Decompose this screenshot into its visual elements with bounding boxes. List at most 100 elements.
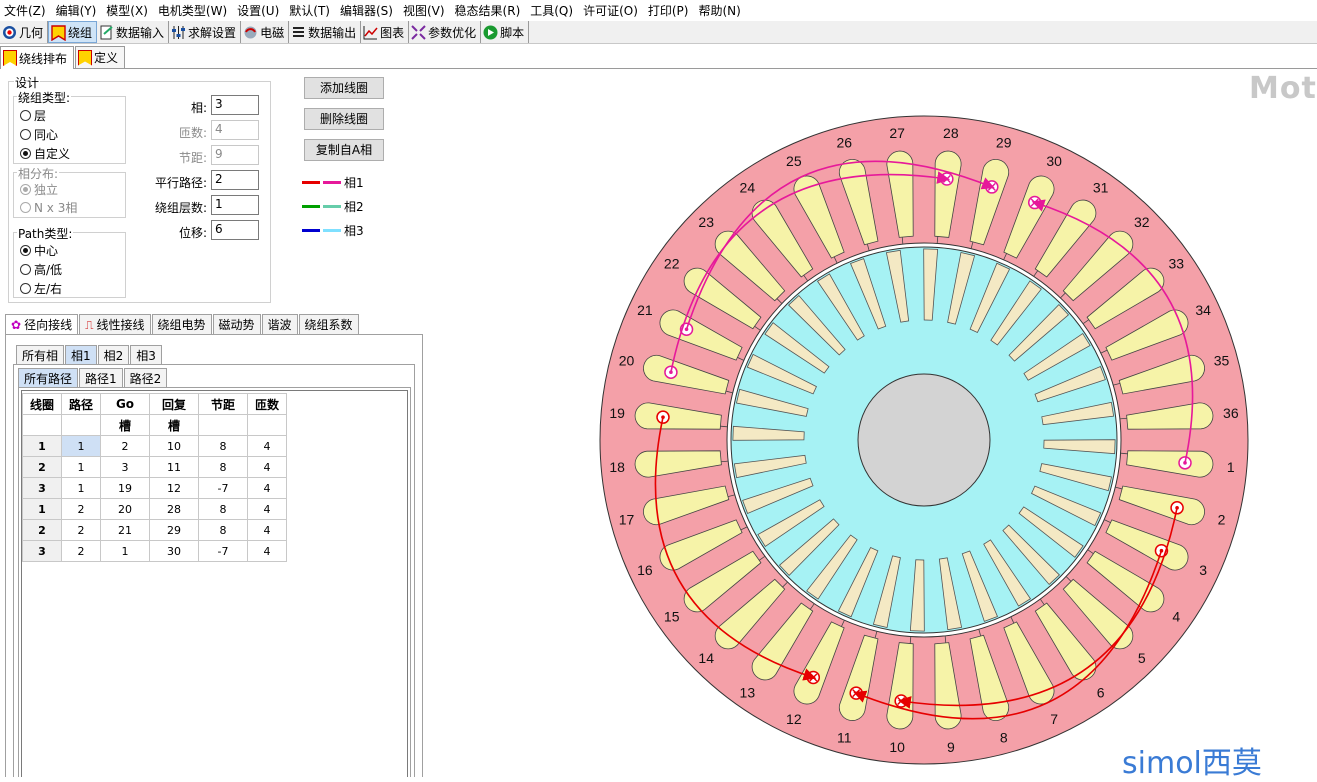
menu-item-11[interactable]: 打印(P) [644, 2, 695, 19]
table-cell[interactable]: 11 [149, 456, 199, 478]
table-cell[interactable]: 4 [247, 498, 287, 520]
toolbar-button-1[interactable]: 绕组 [48, 21, 98, 43]
table-row[interactable]: 1 1 2 10 8 4 [22, 435, 287, 457]
tab-all-paths[interactable]: 所有路径 [18, 368, 79, 388]
toolbar-button-6[interactable]: 图表 [361, 21, 410, 43]
tab-winding-factor[interactable]: 绕组系数 [298, 314, 359, 334]
toolbar-button-5[interactable]: 数据输出 [289, 21, 362, 43]
copy-from-phase-a-button[interactable]: 复制自A相 [304, 139, 384, 161]
table-cell[interactable]: 8 [198, 498, 248, 520]
menu-item-6[interactable]: 编辑器(S) [336, 2, 399, 19]
menu-item-5[interactable]: 默认(T) [285, 2, 336, 19]
parallel-paths-input[interactable]: 2 [211, 170, 259, 190]
shift-input[interactable]: 6 [211, 220, 259, 240]
table-cell[interactable]: 1 [61, 435, 101, 457]
table-cell[interactable]: 29 [149, 519, 199, 541]
table-cell[interactable]: 19 [100, 477, 150, 499]
toolbar-button-2[interactable]: 数据输入 [97, 21, 170, 43]
menu-item-7[interactable]: 视图(V) [399, 2, 451, 19]
delete-coil-button[interactable]: 删除线圈 [304, 108, 384, 130]
table-cell[interactable]: 3 [22, 477, 62, 499]
toolbar-button-0[interactable]: 几何 [0, 21, 49, 43]
tab-winding-emf[interactable]: 绕组电势 [151, 314, 212, 334]
table-cell[interactable]: 20 [100, 498, 150, 520]
table-cell[interactable]: 21 [100, 519, 150, 541]
table-row[interactable]: 3 2 1 30 -7 4 [22, 540, 287, 562]
table-cell[interactable]: 8 [198, 519, 248, 541]
add-coil-button[interactable]: 添加线圈 [304, 77, 384, 99]
table-cell[interactable]: 4 [247, 456, 287, 478]
toolbar-button-3[interactable]: 求解设置 [169, 21, 242, 43]
table-cell[interactable]: 2 [61, 498, 101, 520]
table-row[interactable]: 3 1 19 12 -7 4 [22, 477, 287, 499]
table-cell[interactable]: 2 [22, 456, 62, 478]
table-cell[interactable]: 4 [247, 435, 287, 457]
col-go[interactable]: Go [100, 393, 150, 415]
table-cell[interactable]: 1 [61, 477, 101, 499]
table-cell[interactable]: 2 [61, 519, 101, 541]
col-return[interactable]: 回复 [149, 393, 199, 415]
table-cell[interactable]: 3 [22, 540, 62, 562]
toolbar-button-7[interactable]: 参数优化 [409, 21, 482, 43]
table-cell[interactable]: 1 [22, 435, 62, 457]
menu-item-9[interactable]: 工具(Q) [526, 2, 579, 19]
tab-phase2[interactable]: 相2 [97, 345, 130, 365]
table-cell[interactable]: 3 [100, 456, 150, 478]
col-path[interactable]: 路径 [61, 393, 101, 415]
table-cell[interactable]: 4 [247, 519, 287, 541]
tab-phase3[interactable]: 相3 [130, 345, 162, 365]
menu-item-12[interactable]: 帮助(N) [694, 2, 746, 19]
table-cell[interactable]: 2 [100, 435, 150, 457]
winding-layers-input[interactable]: 1 [211, 195, 259, 215]
radio-independent[interactable]: 独立 [20, 181, 58, 198]
tab-path1[interactable]: 路径1 [79, 368, 123, 388]
tab-path2[interactable]: 路径2 [123, 368, 168, 388]
radio-concentric[interactable]: 同心 [20, 126, 58, 143]
tab-all-phases[interactable]: 所有相 [16, 345, 65, 365]
table-cell[interactable]: 1 [100, 540, 150, 562]
table-cell[interactable]: 2 [22, 519, 62, 541]
menu-item-0[interactable]: 文件(Z) [0, 2, 52, 19]
radio-left-right[interactable]: 左/右 [20, 280, 62, 297]
toolbar-button-8[interactable]: 脚本 [481, 21, 530, 43]
table-row[interactable]: 2 2 21 29 8 4 [22, 519, 287, 541]
table-cell[interactable]: 4 [247, 540, 287, 562]
menu-item-8[interactable]: 稳态结果(R) [451, 2, 527, 19]
menu-item-1[interactable]: 编辑(Y) [52, 2, 103, 19]
col-turns[interactable]: 匝数 [247, 393, 287, 415]
table-cell[interactable]: 2 [61, 540, 101, 562]
table-cell[interactable]: -7 [198, 477, 248, 499]
radio-nx3[interactable]: N x 3相 [20, 199, 77, 216]
tab-mmf[interactable]: 磁动势 [212, 314, 261, 334]
table-cell[interactable]: 8 [198, 456, 248, 478]
radio-center[interactable]: 中心 [20, 242, 58, 259]
table-cell[interactable]: 30 [149, 540, 199, 562]
toolbar-button-4[interactable]: 电磁 [241, 21, 290, 43]
tab-definition[interactable]: 定义 [75, 46, 126, 68]
table-cell[interactable]: 12 [149, 477, 199, 499]
tab-linear-wiring[interactable]: ⎍ 线性接线 [79, 314, 151, 334]
phase-count-input[interactable]: 3 [211, 95, 259, 115]
tab-radial-wiring[interactable]: ✿ 径向接线 [5, 314, 79, 334]
table-cell[interactable]: -7 [198, 540, 248, 562]
table-row[interactable]: 2 1 3 11 8 4 [22, 456, 287, 478]
radio-layer[interactable]: 层 [20, 107, 46, 124]
col-coil[interactable]: 线圈 [22, 393, 62, 415]
radio-custom[interactable]: 自定义 [20, 145, 70, 162]
menu-item-2[interactable]: 模型(X) [102, 2, 154, 19]
menu-item-3[interactable]: 电机类型(W) [154, 2, 233, 19]
turns-input[interactable]: 4 [211, 120, 259, 140]
table-cell[interactable]: 1 [22, 498, 62, 520]
table-row[interactable]: 1 2 20 28 8 4 [22, 498, 287, 520]
menu-item-4[interactable]: 设置(U) [233, 2, 285, 19]
table-cell[interactable]: 1 [61, 456, 101, 478]
col-pitch[interactable]: 节距 [198, 393, 248, 415]
menu-item-10[interactable]: 许可证(O) [579, 2, 644, 19]
table-cell[interactable]: 4 [247, 477, 287, 499]
radio-high-low[interactable]: 高/低 [20, 261, 62, 278]
table-cell[interactable]: 8 [198, 435, 248, 457]
table-cell[interactable]: 10 [149, 435, 199, 457]
pitch-input[interactable]: 9 [211, 145, 259, 165]
tab-harmonics[interactable]: 谐波 [261, 314, 298, 334]
tab-winding-layout[interactable]: 绕线排布 [0, 46, 75, 69]
